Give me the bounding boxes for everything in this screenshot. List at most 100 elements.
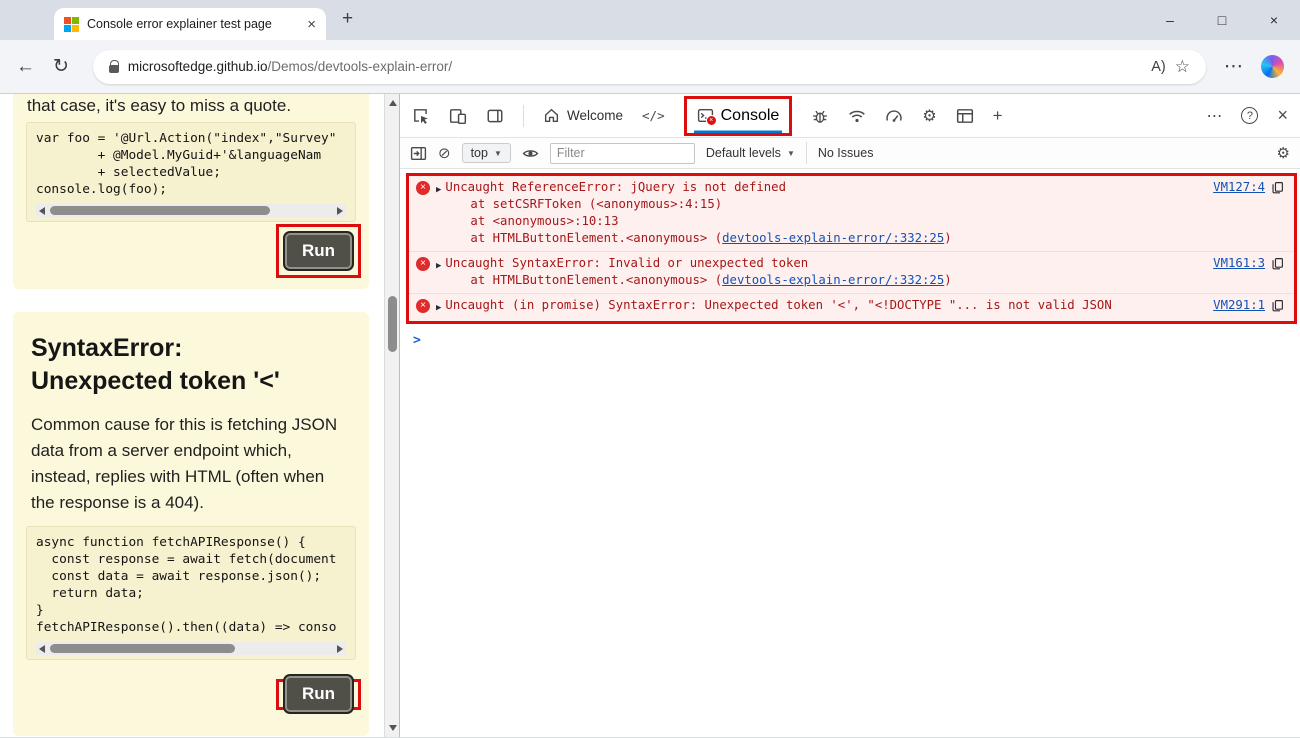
new-tab-button[interactable]: + <box>342 8 353 30</box>
console-error-row[interactable]: × ▶ Uncaught ReferenceError: jQuery is n… <box>409 176 1294 252</box>
code1-horizontal-scrollbar[interactable] <box>36 204 346 217</box>
console-error-row[interactable]: × ▶ Uncaught (in promise) SyntaxError: U… <box>409 294 1294 321</box>
customize-devtools-icon[interactable]: ⋯ <box>1206 106 1222 126</box>
browser-window: Console error explainer test page × + – … <box>0 0 1300 738</box>
console-prompt[interactable]: > <box>400 324 1300 348</box>
devtools-toolbar: Welcome </> × Console <box>400 94 1300 138</box>
error-example-panel-1: that case, it's easy to miss a quote. va… <box>13 94 369 289</box>
console-sidebar-icon[interactable] <box>410 145 427 162</box>
bug-icon[interactable] <box>811 107 829 125</box>
error-message: Uncaught ReferenceError: jQuery is not d… <box>445 179 1199 196</box>
error-icon: × <box>416 299 430 313</box>
scrollbar-thumb[interactable] <box>50 644 235 653</box>
tab-console[interactable]: × Console <box>694 99 783 133</box>
source-file-link[interactable]: devtools-explain-error/:332:25 <box>722 231 944 245</box>
page-vertical-scrollbar[interactable] <box>384 94 399 737</box>
gear-icon[interactable]: ⚙ <box>922 106 936 126</box>
stack-text: ) <box>944 273 951 287</box>
context-value: top <box>471 146 488 160</box>
tab-close-icon[interactable]: × <box>307 16 316 33</box>
microsoft-favicon <box>64 17 79 32</box>
scrollbar-thumb[interactable] <box>388 296 397 352</box>
sources-tab-icon[interactable]: </> <box>642 108 665 123</box>
url-path: /Demos/devtools-explain-error/ <box>268 59 453 74</box>
back-icon[interactable]: ← <box>16 56 35 78</box>
copy-icon[interactable] <box>1271 299 1284 312</box>
console-settings-gear-icon[interactable]: ⚙ <box>1277 144 1290 162</box>
stack-text: at HTMLButtonElement.<anonymous> ( <box>470 231 722 245</box>
copy-icon[interactable] <box>1271 181 1284 194</box>
scroll-left-icon[interactable] <box>39 645 45 653</box>
close-devtools-icon[interactable]: × <box>1277 105 1288 126</box>
main-content: that case, it's easy to miss a quote. va… <box>0 94 1300 737</box>
stack-text: ) <box>944 231 951 245</box>
scroll-left-icon[interactable] <box>39 207 45 215</box>
source-file-link[interactable]: devtools-explain-error/:332:25 <box>722 273 944 287</box>
scrollbar-thumb[interactable] <box>50 206 270 215</box>
run-button-1[interactable]: Run <box>283 231 354 271</box>
code-block-1: var foo = '@Url.Action("index","Survey" … <box>26 122 356 222</box>
code2-horizontal-scrollbar[interactable] <box>36 642 346 655</box>
stack-line: at setCSRFToken (<anonymous>:4:15) <box>445 196 1199 213</box>
focus-mode-icon[interactable] <box>486 107 504 125</box>
expand-triangle-icon[interactable]: ▶ <box>436 182 441 199</box>
address-bar[interactable]: microsoftedge.github.io/Demos/devtools-e… <box>93 50 1206 84</box>
clear-console-icon[interactable]: ⊘ <box>438 144 451 162</box>
source-column: VM291:1 <box>1213 297 1284 314</box>
run2-row: Run <box>276 674 361 714</box>
code-2: async function fetchAPIResponse() { cons… <box>36 534 346 636</box>
log-levels-dropdown[interactable]: Default levels ▼ <box>706 146 795 160</box>
code-block-2: async function fetchAPIResponse() { cons… <box>26 526 356 660</box>
layout-icon[interactable] <box>956 107 974 125</box>
scroll-down-icon[interactable] <box>389 725 397 731</box>
run-button-2[interactable]: Run <box>283 674 354 714</box>
source-column: VM161:3 <box>1213 255 1284 272</box>
error-example-panel-2: SyntaxError: Unexpected token '<' Common… <box>13 312 369 736</box>
filter-input[interactable] <box>550 143 695 164</box>
browser-tab[interactable]: Console error explainer test page × <box>54 8 326 40</box>
context-selector[interactable]: top ▼ <box>462 143 511 163</box>
scroll-right-icon[interactable] <box>337 645 343 653</box>
stack-line: at HTMLButtonElement.<anonymous> (devtoo… <box>445 230 1199 247</box>
chevron-down-icon: ▼ <box>494 149 502 158</box>
help-icon[interactable]: ? <box>1241 107 1258 124</box>
vm-source-link[interactable]: VM127:4 <box>1213 179 1265 196</box>
scroll-right-icon[interactable] <box>337 207 343 215</box>
add-tools-plus-icon[interactable]: + <box>993 106 1003 126</box>
error-message: Uncaught SyntaxError: Invalid or unexpec… <box>445 255 1199 272</box>
error-icon: × <box>416 257 430 271</box>
tab-welcome[interactable]: Welcome <box>543 94 623 138</box>
vm-source-link[interactable]: VM161:3 <box>1213 255 1265 272</box>
expand-triangle-icon[interactable]: ▶ <box>436 300 441 317</box>
performance-icon[interactable] <box>885 107 903 125</box>
console-tab-label: Console <box>721 107 780 125</box>
devtools-panel: Welcome </> × Console <box>400 94 1300 737</box>
eye-icon[interactable] <box>522 145 539 162</box>
navigation-bar: ← ↻ microsoftedge.github.io/Demos/devtoo… <box>0 40 1300 94</box>
network-conditions-icon[interactable] <box>848 107 866 125</box>
close-window-button[interactable]: × <box>1248 0 1300 40</box>
read-aloud-icon[interactable]: A) <box>1151 59 1166 75</box>
refresh-icon[interactable]: ↻ <box>53 55 69 78</box>
explanation-paragraph: Common cause for this is fetching JSON d… <box>13 398 369 516</box>
copy-icon[interactable] <box>1271 257 1284 270</box>
error-message-body: Uncaught ReferenceError: jQuery is not d… <box>445 179 1199 247</box>
favorites-star-icon[interactable]: ☆ <box>1175 57 1190 77</box>
issues-counter[interactable]: No Issues <box>818 146 874 160</box>
expand-triangle-icon[interactable]: ▶ <box>436 258 441 275</box>
url-text[interactable]: microsoftedge.github.io/Demos/devtools-e… <box>128 59 452 74</box>
device-emulation-icon[interactable] <box>449 107 467 125</box>
console-error-row[interactable]: × ▶ Uncaught SyntaxError: Invalid or une… <box>409 252 1294 294</box>
chevron-down-icon: ▼ <box>787 149 795 158</box>
copilot-icon[interactable] <box>1261 55 1284 78</box>
scroll-up-icon[interactable] <box>389 100 397 106</box>
panel1-text: that case, it's easy to miss a quote. <box>13 94 369 116</box>
vm-source-link[interactable]: VM291:1 <box>1213 297 1265 314</box>
maximize-button[interactable]: □ <box>1196 0 1248 40</box>
home-icon <box>543 107 560 124</box>
error-message-body: Uncaught SyntaxError: Invalid or unexpec… <box>445 255 1199 289</box>
minimize-button[interactable]: – <box>1144 0 1196 40</box>
settings-more-icon[interactable]: ⋯ <box>1224 55 1243 78</box>
inspect-element-icon[interactable] <box>412 107 430 125</box>
lock-icon <box>109 65 119 73</box>
